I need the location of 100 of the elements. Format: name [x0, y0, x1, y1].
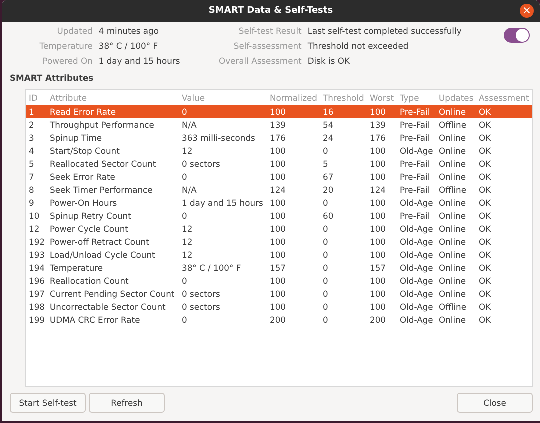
table-cell-text: 100	[269, 172, 287, 182]
table-cell-text: 157	[369, 262, 387, 272]
table-cell-text: 0	[181, 106, 188, 116]
table-cell-text: 10	[28, 210, 41, 220]
table-cell-text: 12	[181, 236, 194, 246]
table-cell-text: 5	[322, 158, 330, 168]
action-button[interactable]: Refresh	[89, 393, 165, 413]
table-cell-text: Old-Age	[399, 314, 434, 324]
table-cell-text: Pre-Fail	[399, 184, 432, 194]
table-cell-text: OK	[478, 302, 492, 312]
table-cell-text: 7	[28, 172, 36, 182]
table-row[interactable]: 1 Read Error Rate 0 100 16 100 Pre-Fail Online OK	[26, 105, 532, 118]
table-cell-text: 100	[369, 224, 387, 234]
table-row[interactable]: 7 Seek Error Rate 0 100 67 100 Pre-Fail Online OK	[26, 170, 532, 183]
table-cell-text: 20	[322, 184, 335, 194]
table-cell-text: Power-off Retract Count	[49, 236, 150, 246]
table-cell-text: Online	[438, 224, 468, 234]
field-label: Powered On	[42, 56, 93, 67]
table-cell-text: Spinup Time	[49, 132, 104, 142]
table-row[interactable]: 5 Reallocated Sector Count 0 sectors 100 5 100 Pre-Fail Online OK	[26, 157, 532, 170]
close-button[interactable]: Close	[457, 393, 533, 413]
table-cell-text: Online	[438, 132, 468, 142]
table-cell-text: Load/Unload Cycle Count	[49, 250, 156, 260]
table-cell-text: Seek Timer Performance	[49, 184, 154, 194]
action-button[interactable]: Start Self-test	[10, 393, 86, 413]
table-cell-text: 100	[369, 288, 387, 298]
table-cell-text: 0	[322, 262, 330, 272]
field-label: Self-assessment	[232, 41, 302, 52]
table-cell-text: Online	[438, 314, 468, 324]
table-cell-text: 0	[181, 314, 188, 324]
section-title: SMART Attributes	[10, 73, 95, 83]
table-cell-text: Old-Age	[399, 288, 434, 298]
table-cell-text: Online	[438, 288, 468, 298]
table-cell-text: 100	[269, 288, 287, 298]
table-cell-text: Pre-Fail	[399, 158, 432, 168]
table-cell-text: OK	[478, 314, 492, 324]
table-row[interactable]: 8 Seek Timer Performance N/A 124 20 124 Pre-Fail Offline OK	[26, 183, 532, 196]
table-cell-text: Online	[438, 210, 468, 220]
table-cell-text: 100	[269, 146, 287, 156]
table-cell-text: Pre-Fail	[399, 106, 432, 116]
table-row[interactable]: 192 Power-off Retract Count 12 100 0 100 Old-Age Online OK	[26, 235, 532, 248]
table-row[interactable]: 10 Spinup Retry Count 0 100 60 100 Pre-Fail Online OK	[26, 209, 532, 222]
table-row[interactable]: 3 Spinup Time 363 milli-seconds 176 24 176 Pre-Fail Online OK	[26, 131, 532, 144]
table-cell-text: 100	[369, 276, 387, 286]
table-cell-text: Old-Age	[399, 262, 434, 272]
table-cell-text: 100	[369, 146, 387, 156]
table-cell-text: 100	[369, 106, 387, 116]
table-row[interactable]: 194 Temperature 38° C / 100° F 157 0 157 Old-Age Online OK	[26, 261, 532, 274]
table-row[interactable]: 9 Power-On Hours 1 day and 15 hours 100 0 100 Old-Age Online OK	[26, 196, 532, 209]
table-row[interactable]: 199 UDMA CRC Error Rate 0 200 0 200 Old-Age Online OK	[26, 313, 532, 326]
table-cell-text: OK	[478, 276, 492, 286]
table-row[interactable]: 12 Power Cycle Count 12 100 0 100 Old-Age Online OK	[26, 222, 532, 235]
field-label: Temperature	[38, 41, 93, 52]
table-cell-text: 0	[322, 146, 330, 156]
toggle-switch[interactable]	[504, 28, 530, 43]
table-cell-text: 67	[322, 172, 335, 182]
table-cell-text: 100	[269, 106, 287, 116]
table-cell-text: Pre-Fail	[399, 172, 432, 182]
table-row[interactable]: 193 Load/Unload Cycle Count 12 100 0 100 Old-Age Online OK	[26, 248, 532, 261]
table-row[interactable]: 197 Current Pending Sector Count 0 sectors 100 0 100 Old-Age Online OK	[26, 287, 532, 300]
table-cell-text: 0	[322, 302, 330, 312]
table-cell-text: 9	[28, 198, 36, 208]
table-cell-text: 0	[322, 236, 330, 246]
table-cell-text: 198	[28, 302, 46, 312]
table-cell-text: Offline	[438, 302, 468, 312]
table-cell-text: 0	[322, 314, 330, 324]
table-row[interactable]: 196 Reallocation Count 0 100 0 100 Old-Age Online OK	[26, 274, 532, 287]
table-cell-text: 139	[269, 120, 287, 130]
table-cell-text: Current Pending Sector Count	[49, 288, 176, 298]
table-cell-text: 100	[269, 198, 287, 208]
field-label: Self-test Result	[238, 26, 302, 37]
table-cell-text: Old-Age	[399, 146, 434, 156]
table-cell-text: Offline	[438, 184, 468, 194]
table-cell-text: 124	[369, 184, 387, 194]
table-cell-text: N/A	[181, 120, 198, 130]
table-cell-text: OK	[478, 120, 492, 130]
table-cell-text: 157	[269, 262, 287, 272]
table-cell-text: 100	[369, 172, 387, 182]
table-cell-text: Reallocation Count	[49, 276, 130, 286]
table-cell-text: N/A	[181, 184, 198, 194]
table-cell-text: Online	[438, 276, 468, 286]
table-cell-text: 5	[28, 158, 36, 168]
table-cell-text: 0 sectors	[181, 302, 222, 312]
table-cell-text: 0	[322, 224, 330, 234]
close-button[interactable]: ×	[520, 4, 534, 18]
table-cell-text: 100	[369, 198, 387, 208]
field-value: 38° C / 100° F	[98, 41, 160, 52]
table-cell-text: Online	[438, 250, 468, 260]
window-title: SMART Data & Self-Tests	[208, 6, 334, 16]
table-cell-text: OK	[478, 262, 492, 272]
table-row[interactable]: 198 Uncorrectable Sector Count 0 sectors 100 0 100 Old-Age Offline OK	[26, 300, 532, 313]
table-cell-text: 38° C / 100° F	[181, 262, 242, 272]
table-cell-text: OK	[478, 172, 492, 182]
table-cell-text: Online	[438, 172, 468, 182]
table-cell-text: OK	[478, 210, 492, 220]
table-cell-text: 1 day and 15 hours	[181, 198, 264, 208]
table-row[interactable]: 4 Start/Stop Count 12 100 0 100 Old-Age Online OK	[26, 144, 532, 157]
table-cell-text: 0 sectors	[181, 288, 222, 298]
table-row[interactable]: 2 Throughput Performance N/A 139 54 139 Pre-Fail Offline OK	[26, 118, 532, 131]
table-cell-text: OK	[478, 224, 492, 234]
